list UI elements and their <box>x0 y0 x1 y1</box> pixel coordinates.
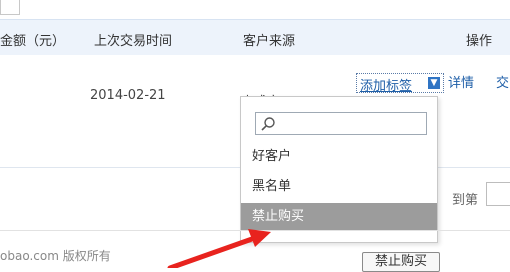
header-actions: 操作 <box>466 34 493 49</box>
dropdown-item-blacklist[interactable]: 黑名单 <box>241 173 437 201</box>
header-customer-source: 客户来源 <box>243 34 296 49</box>
header-amount: 金额（元） <box>0 34 66 49</box>
caret-down-icon[interactable]: ▼ <box>428 77 440 89</box>
header-last-trade-time: 上次交易时间 <box>94 34 173 49</box>
goto-page-input[interactable] <box>486 182 510 206</box>
footer-divider <box>0 230 510 231</box>
add-tag-label: 添加标签 <box>360 79 413 94</box>
tag-dropdown: 好客户 黑名单 禁止购买 <box>240 96 438 243</box>
search-icon <box>261 117 275 131</box>
more-action-link[interactable]: 交 <box>496 72 509 91</box>
dropdown-item-ban-purchase[interactable]: 禁止购买 <box>241 203 437 231</box>
copyright-text: obao.com 版权所有 <box>0 249 111 263</box>
goto-page-label: 到第 <box>452 193 479 208</box>
cell-last-trade-time: 2014-02-21 <box>90 88 166 103</box>
add-tag-select[interactable]: 添加标签 ▼ <box>356 73 444 94</box>
tag-search-input[interactable] <box>255 112 427 135</box>
detail-link[interactable]: 详情 <box>448 72 474 91</box>
dropdown-item-good-customer[interactable]: 好客户 <box>241 143 437 171</box>
top-select-stub[interactable] <box>0 0 20 15</box>
ban-purchase-button[interactable]: 禁止购买 <box>362 252 440 272</box>
table-header: 金额（元） 上次交易时间 客户来源 操作 <box>0 19 510 56</box>
